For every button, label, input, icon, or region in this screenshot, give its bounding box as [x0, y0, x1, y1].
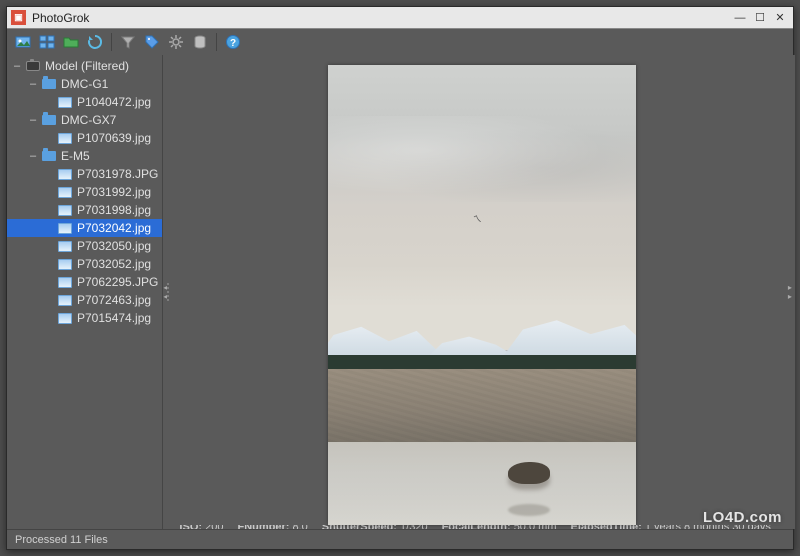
- tree-label: P7032050.jpg: [77, 239, 158, 253]
- body: –Model (Filtered)–DMC-G1P1040472.jpg–DMC…: [7, 55, 793, 529]
- ss-value: 1/320: [400, 525, 428, 529]
- tag-button[interactable]: [142, 32, 162, 52]
- fold-icon: [41, 114, 57, 127]
- fn-value: 8.0: [292, 525, 307, 529]
- sidebar: –Model (Filtered)–DMC-G1P1040472.jpg–DMC…: [7, 55, 163, 529]
- tree-label: DMC-G1: [61, 77, 158, 91]
- tree-file[interactable]: P7072463.jpg: [7, 291, 162, 309]
- tree-toggle[interactable]: –: [27, 150, 39, 162]
- tree-label: P7031998.jpg: [77, 203, 158, 217]
- window-title: PhotoGrok: [32, 11, 729, 25]
- maximize-button[interactable]: ☐: [751, 11, 769, 25]
- tree-toggle[interactable]: –: [11, 60, 23, 72]
- toolbar: ?: [7, 29, 793, 55]
- app-window: ▣ PhotoGrok — ☐ ✕ ? –Model (Filtered)–DM…: [6, 6, 794, 550]
- tree-file[interactable]: P7031992.jpg: [7, 183, 162, 201]
- file-tree[interactable]: –Model (Filtered)–DMC-G1P1040472.jpg–DMC…: [7, 55, 162, 529]
- titlebar: ▣ PhotoGrok — ☐ ✕: [7, 7, 793, 29]
- status-bar: Processed 11 Files: [7, 529, 793, 549]
- toolbar-separator: [216, 33, 217, 51]
- tree-file[interactable]: P1070639.jpg: [7, 129, 162, 147]
- img-icon: [57, 132, 73, 145]
- tree-label: E-M5: [61, 149, 158, 163]
- cam-icon: [25, 60, 41, 73]
- canvas[interactable]: ㄟ: [169, 55, 794, 525]
- tree-label: P7031978.JPG: [77, 167, 158, 181]
- svg-text:?: ?: [230, 38, 236, 49]
- settings-button[interactable]: [166, 32, 186, 52]
- tree-file[interactable]: P7062295.JPG: [7, 273, 162, 291]
- tree-group[interactable]: – DMC-GX7: [7, 111, 162, 129]
- photo-preview: ㄟ: [328, 65, 636, 525]
- image-viewer: ▸▸ ㄟ ISO: 200 FNumber: 8.0 ShutterSpeed:…: [169, 55, 794, 529]
- fn-label: FNumber:: [237, 525, 289, 529]
- img-icon: [57, 276, 73, 289]
- minimize-button[interactable]: —: [731, 11, 749, 25]
- bird-icon: ㄟ: [473, 212, 482, 225]
- tree-label: P7032042.jpg: [77, 221, 158, 235]
- tree-label: P7062295.JPG: [77, 275, 158, 289]
- tree-label: P7072463.jpg: [77, 293, 158, 307]
- view-image-button[interactable]: [13, 32, 33, 52]
- img-icon: [57, 168, 73, 181]
- help-button[interactable]: ?: [223, 32, 243, 52]
- et-value: 1 years 8 months 30 days: [645, 525, 771, 529]
- fl-value: 50.0 mm: [514, 525, 557, 529]
- fold-icon: [41, 150, 57, 163]
- view-thumbnails-button[interactable]: [37, 32, 57, 52]
- et-label: ElapsedTime:: [570, 525, 641, 529]
- tree-toggle[interactable]: –: [27, 78, 39, 90]
- img-icon: [57, 222, 73, 235]
- iso-label: ISO:: [179, 525, 202, 529]
- tree-label: P1070639.jpg: [77, 131, 158, 145]
- toolbar-separator: [111, 33, 112, 51]
- fold-icon: [41, 78, 57, 91]
- tree-label: P7032052.jpg: [77, 257, 158, 271]
- tree-file[interactable]: P7015474.jpg: [7, 309, 162, 327]
- img-icon: [57, 186, 73, 199]
- tree-group[interactable]: – DMC-G1: [7, 75, 162, 93]
- open-folder-button[interactable]: [61, 32, 81, 52]
- tree-label: P7031992.jpg: [77, 185, 158, 199]
- close-button[interactable]: ✕: [771, 11, 789, 25]
- ss-label: ShutterSpeed:: [322, 525, 397, 529]
- tree-file[interactable]: P7032050.jpg: [7, 237, 162, 255]
- img-icon: [57, 258, 73, 271]
- database-button[interactable]: [190, 32, 210, 52]
- tree-label: DMC-GX7: [61, 113, 158, 127]
- tree-group[interactable]: – E-M5: [7, 147, 162, 165]
- filter-button[interactable]: [118, 32, 138, 52]
- tree-label: Model (Filtered): [45, 59, 158, 73]
- img-icon: [57, 312, 73, 325]
- tree-file[interactable]: P7031998.jpg: [7, 201, 162, 219]
- tree-label: P1040472.jpg: [77, 95, 158, 109]
- fl-label: FocalLength:: [442, 525, 511, 529]
- refresh-button[interactable]: [85, 32, 105, 52]
- img-icon: [57, 240, 73, 253]
- app-icon: ▣: [11, 10, 26, 25]
- tree-file[interactable]: P7032052.jpg: [7, 255, 162, 273]
- tree-file[interactable]: P7032042.jpg: [7, 219, 162, 237]
- tree-label: P7015474.jpg: [77, 311, 158, 325]
- metadata-bar: ISO: 200 FNumber: 8.0 ShutterSpeed: 1/32…: [169, 525, 794, 529]
- img-icon: [57, 294, 73, 307]
- tree-file[interactable]: P7031978.JPG: [7, 165, 162, 183]
- status-text: Processed 11 Files: [15, 534, 108, 546]
- tree-toggle[interactable]: –: [27, 114, 39, 126]
- img-icon: [57, 204, 73, 217]
- tree-root[interactable]: – Model (Filtered): [7, 57, 162, 75]
- iso-value: 200: [205, 525, 223, 529]
- tree-file[interactable]: P1040472.jpg: [7, 93, 162, 111]
- img-icon: [57, 96, 73, 109]
